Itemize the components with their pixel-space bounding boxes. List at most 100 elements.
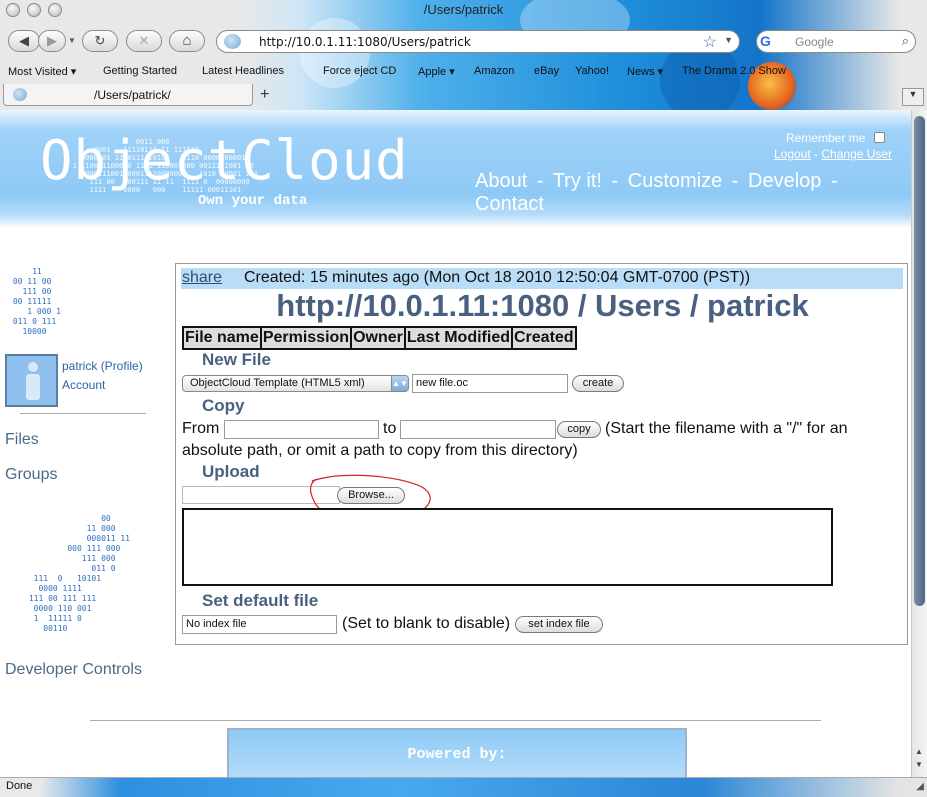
copy-button[interactable]: copy	[557, 421, 601, 438]
status-bar: Done ◢	[0, 777, 927, 797]
account-link[interactable]: Account	[62, 378, 105, 392]
new-tab-button[interactable]: +	[260, 86, 269, 104]
avatar-body	[26, 374, 40, 400]
url-text[interactable]: http://10.0.1.11:1080/Users/patrick	[259, 35, 471, 49]
search-bar[interactable]: G Google ⌕	[756, 30, 916, 53]
top-nav: About - Try it! - Customize - Develop - …	[475, 170, 911, 216]
account-links: Logout - Change User	[774, 147, 892, 161]
history-dropdown-icon[interactable]: ▼	[68, 36, 76, 45]
set-index-file-button[interactable]: set index file	[515, 616, 603, 633]
table-header-row: File name Permission Owner Last Modified…	[182, 326, 577, 350]
default-file-heading: Set default file	[202, 591, 319, 610]
bookmark-news[interactable]: News ▾	[627, 65, 663, 78]
column-created[interactable]: Created	[510, 326, 577, 350]
stop-button[interactable]: ✕	[126, 30, 162, 52]
url-bar[interactable]: http://10.0.1.11:1080/Users/patrick ☆ ▼	[216, 30, 740, 53]
tab-title: /Users/patrick/	[94, 88, 171, 102]
site-icon	[224, 34, 241, 49]
copy-hint-continued: absolute path, or omit a path to copy fr…	[182, 442, 578, 459]
template-select[interactable]: ObjectCloud Template (HTML5 xml) ▲▼	[182, 375, 409, 392]
nav-separator: -	[731, 170, 739, 192]
sidebar-item-files[interactable]: Files	[5, 431, 39, 449]
remember-me-checkbox[interactable]	[874, 132, 885, 143]
powered-by-box: Powered by:	[227, 728, 687, 777]
nav-try-it[interactable]: Try it!	[553, 170, 602, 192]
bookmark-amazon[interactable]: Amazon	[474, 65, 514, 77]
info-bar: share Created: 15 minutes ago (Mon Oct 1…	[181, 268, 903, 289]
copy-to-label: to	[383, 420, 397, 437]
back-button[interactable]: ◀	[8, 30, 40, 52]
bookmark-latest-headlines[interactable]: Latest Headlines	[202, 65, 284, 77]
footer-divider	[90, 720, 821, 721]
column-permission[interactable]: Permission	[259, 326, 353, 350]
new-file-heading: New File	[202, 350, 271, 369]
default-file-input[interactable]: No index file	[182, 615, 337, 634]
bookmark-apple[interactable]: Apple ▾	[418, 65, 455, 78]
page-title: http://10.0.1.11:1080 / Users / patrick	[276, 288, 809, 323]
scroll-up-arrow-icon[interactable]: ▲	[915, 747, 923, 756]
copy-from-input[interactable]	[224, 420, 379, 439]
nav-contact[interactable]: Contact	[475, 193, 544, 215]
create-button[interactable]: create	[572, 375, 624, 392]
site-logo[interactable]: ObjectCloud	[40, 129, 409, 192]
nav-about[interactable]: About	[475, 170, 527, 192]
site-icon	[13, 88, 27, 101]
divider	[20, 413, 146, 414]
nav-develop[interactable]: Develop	[748, 170, 821, 192]
upload-drop-area[interactable]	[182, 508, 833, 586]
tab-users-patrick[interactable]: /Users/patrick/	[3, 84, 253, 106]
avatar[interactable]	[5, 354, 58, 407]
site-tagline: Own your data	[198, 193, 308, 209]
select-arrows-icon: ▲▼	[391, 376, 408, 391]
bookmark-getting-started[interactable]: Getting Started	[103, 65, 177, 77]
tab-strip: /Users/patrick/ + ▼	[0, 84, 927, 109]
avatar-head	[28, 362, 38, 372]
home-button[interactable]: ⌂	[169, 30, 205, 52]
copy-hint: (Start the filename with a "/" for an	[605, 420, 848, 437]
column-last-modified[interactable]: Last Modified	[403, 326, 513, 350]
binary-decoration: 00 11 000 000011 11 000 111 000 111 000 …	[28, 514, 130, 633]
binary-decoration: 11 00 11 00 111 00 00 11111 1 000 1 011 …	[12, 267, 61, 336]
forward-button[interactable]: ▶	[38, 30, 66, 52]
site-header: 0011 000 0001 11110111 11 111010 0000001…	[0, 110, 911, 228]
copy-to-input[interactable]	[400, 420, 556, 439]
bookmark-force-eject[interactable]: Force eject CD	[323, 65, 396, 77]
reload-button[interactable]: ↻	[82, 30, 118, 52]
status-text: Done	[6, 780, 33, 792]
sidebar-item-groups[interactable]: Groups	[5, 466, 57, 484]
bookmark-most-visited[interactable]: Most Visited ▾	[8, 65, 76, 78]
logout-link[interactable]: Logout	[774, 147, 811, 161]
copy-heading: Copy	[202, 396, 245, 415]
search-input[interactable]: Google	[795, 35, 834, 49]
change-user-link[interactable]: Change User	[821, 147, 892, 161]
nav-separator: -	[611, 170, 619, 192]
nav-separator: -	[830, 170, 838, 192]
resize-grip-icon[interactable]: ◢	[916, 781, 924, 792]
scroll-down-arrow-icon[interactable]: ▼	[915, 760, 923, 769]
bookmark-yahoo[interactable]: Yahoo!	[575, 65, 609, 77]
created-timestamp: Created: 15 minutes ago (Mon Oct 18 2010…	[244, 269, 751, 286]
bookmark-ebay[interactable]: eBay	[534, 65, 559, 77]
sidebar-item-developer-controls[interactable]: Developer Controls	[5, 661, 142, 679]
vertical-scrollbar[interactable]: ▲ ▼	[911, 110, 927, 777]
search-icon[interactable]: ⌕	[902, 33, 909, 49]
copy-from-label: From	[182, 420, 220, 437]
bookmark-star-icon[interactable]: ☆	[703, 32, 717, 52]
bookmarks-bar: Most Visited ▾ Getting Started Latest He…	[0, 65, 927, 81]
list-tabs-icon[interactable]: ▼	[902, 88, 924, 106]
browser-chrome: /Users/patrick ◀ ▶ ▼ ↻ ✕ ⌂ http://10.0.1…	[0, 0, 927, 110]
files-table: File name Permission Owner Last Modified…	[182, 326, 577, 350]
directory-panel: share Created: 15 minutes ago (Mon Oct 1…	[175, 263, 908, 645]
new-filename-input[interactable]: new file.oc	[412, 374, 568, 393]
nav-customize[interactable]: Customize	[628, 170, 722, 192]
bookmark-drama-show[interactable]: The Drama 2.0 Show	[682, 65, 786, 77]
page-viewport: 0011 000 0001 11110111 11 111010 0000001…	[0, 110, 911, 777]
share-link[interactable]: share	[182, 269, 222, 287]
column-owner[interactable]: Owner	[350, 326, 406, 350]
scroll-thumb[interactable]	[914, 116, 925, 606]
url-dropdown-icon[interactable]: ▼	[724, 35, 733, 45]
column-file-name[interactable]: File name	[182, 326, 262, 350]
profile-link[interactable]: (Profile)	[101, 359, 143, 373]
link-separator: -	[814, 147, 819, 161]
google-engine-icon[interactable]: G	[760, 33, 771, 49]
